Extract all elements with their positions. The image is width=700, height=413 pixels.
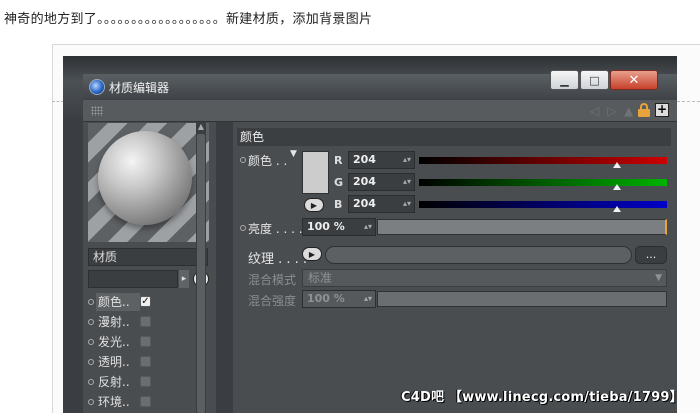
g-input[interactable]: 204 ▴▾: [348, 173, 415, 191]
material-name[interactable]: 材质: [88, 248, 208, 266]
g-slider-knob[interactable]: [613, 184, 622, 190]
b-input[interactable]: 204 ▴▾: [348, 195, 415, 213]
mix-strength-slider[interactable]: [377, 291, 667, 307]
r-slider[interactable]: [419, 157, 667, 168]
channel-item[interactable]: 漫射..: [88, 312, 213, 332]
toolbar: ◁ ▷ ▲ +: [83, 100, 677, 122]
color-swatch[interactable]: [302, 151, 329, 194]
mix-strength-input[interactable]: 100 % ▴▾: [302, 290, 376, 308]
channel-checkbox[interactable]: [140, 316, 151, 327]
channel-label: 发光..: [98, 335, 130, 349]
new-window-icon[interactable]: +: [655, 103, 669, 117]
preview-sphere: [98, 131, 192, 225]
b-slider-knob[interactable]: [613, 206, 622, 212]
channel-label: 颜色..: [96, 293, 140, 311]
keyframe-dot-icon[interactable]: [88, 399, 94, 405]
keyframe-dot-icon[interactable]: [88, 379, 94, 385]
divider-right: [677, 101, 700, 102]
channel-checkbox[interactable]: [140, 336, 151, 347]
channel-label: 透明..: [98, 355, 130, 369]
keyframe-dot-icon[interactable]: [88, 359, 94, 365]
channel-item[interactable]: 发光..: [88, 332, 213, 352]
left-scrollbar[interactable]: ▲: [196, 122, 206, 413]
lock-icon[interactable]: [638, 103, 650, 117]
channel-item[interactable]: 透明..: [88, 352, 213, 372]
cinema4d-logo-icon: [89, 79, 105, 95]
channel-item[interactable]: 颜色.. ✓: [88, 292, 213, 312]
channel-checkbox[interactable]: ✓: [140, 296, 151, 307]
r-slider-knob[interactable]: [613, 162, 622, 168]
mix-mode-label: 混合模式: [248, 273, 297, 287]
keyframe-dot-icon[interactable]: [88, 339, 94, 345]
texture-browse-button[interactable]: ...: [635, 246, 667, 264]
minimize-button[interactable]: ▁: [550, 70, 579, 90]
b-label: B: [334, 198, 343, 211]
post-caption: 神奇的地方到了。。。。。。。。。。。。。。。。。。新建材质，添加背景图片: [4, 12, 373, 27]
r-input[interactable]: 204 ▴▾: [348, 151, 415, 169]
b-slider[interactable]: [419, 201, 667, 212]
channel-item[interactable]: 环境..: [88, 392, 213, 412]
texture-options-button[interactable]: ▶: [302, 247, 322, 261]
attribute-pane: 颜色 颜色 . . ▼ R 204 ▴▾ G 204 ▴▾ ▶ B 204 ▴▾ 亮度…: [233, 122, 677, 413]
window-controls: ▁ □ ✕: [550, 70, 659, 92]
watermark: C4D吧 【www.linecg.com/tieba/1799】: [401, 390, 677, 405]
scroll-up-icon[interactable]: ▲: [197, 123, 205, 131]
texture-label: 纹理 . . . .: [248, 252, 308, 267]
color-options-button[interactable]: ▶: [304, 198, 324, 212]
scroll-thumb[interactable]: [197, 134, 205, 413]
keyframe-dot-icon[interactable]: [88, 299, 94, 305]
close-button[interactable]: ✕: [610, 70, 658, 90]
channel-label: 反射..: [98, 375, 130, 389]
maximize-button[interactable]: □: [580, 70, 609, 90]
mix-strength-label: 混合强度: [248, 294, 297, 308]
brightness-label: 亮度 . . . .: [248, 222, 303, 236]
channel-label: 环境..: [98, 395, 130, 409]
texture-field[interactable]: [325, 246, 632, 264]
channel-label: 漫射..: [98, 315, 130, 329]
section-title: 颜色: [237, 128, 671, 146]
channel-list: 颜色.. ✓ 漫射.. 发光.. 透明.. 反射.. 环境..: [88, 292, 213, 412]
brightness-input[interactable]: 100 % ▴▾: [302, 218, 376, 236]
material-preview[interactable]: [88, 123, 209, 242]
keyframe-dot-icon[interactable]: [88, 319, 94, 325]
grip-icon[interactable]: [91, 106, 103, 116]
channel-checkbox[interactable]: [140, 376, 151, 387]
mix-mode-select[interactable]: 标准 ▼: [302, 269, 667, 287]
screenshot: 材质编辑器 ▁ □ ✕ ◁ ▷ ▲ + 材质 ▸ ➤ 颜色.. ✓ 漫射..: [63, 56, 677, 413]
channel-item[interactable]: 反射..: [88, 372, 213, 392]
window-title: 材质编辑器: [109, 81, 170, 95]
keyframe-dot-icon[interactable]: [240, 225, 246, 231]
brightness-slider[interactable]: [377, 219, 667, 235]
r-label: R: [334, 154, 343, 167]
channel-checkbox[interactable]: [140, 396, 151, 407]
g-label: G: [334, 176, 344, 189]
dropdown-arrow-icon[interactable]: ▸: [179, 270, 189, 288]
nav-arrows-icon[interactable]: ◁ ▷ ▲: [590, 104, 635, 118]
keyframe-dot-icon[interactable]: [240, 157, 246, 163]
g-slider[interactable]: [419, 179, 667, 190]
channel-checkbox[interactable]: [140, 356, 151, 367]
color-label: 颜色 . .: [248, 154, 288, 168]
expand-triangle-icon[interactable]: ▼: [290, 149, 297, 159]
material-link-field[interactable]: [88, 270, 178, 288]
